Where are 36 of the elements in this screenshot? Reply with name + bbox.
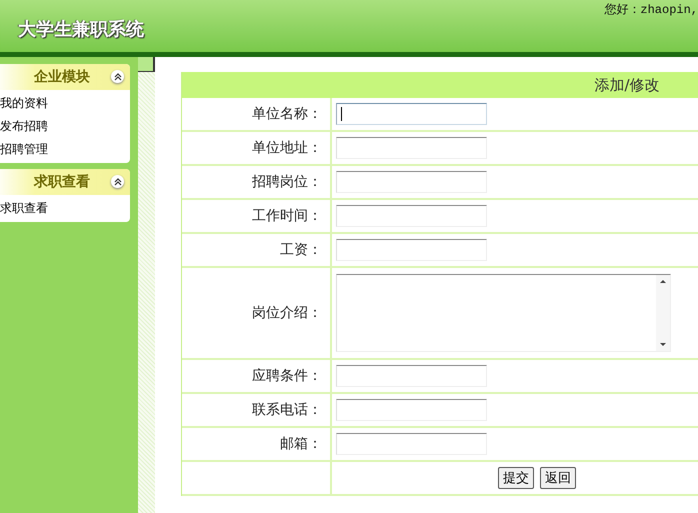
submit-button[interactable]: 提交 bbox=[498, 467, 534, 489]
input-field[interactable] bbox=[336, 103, 487, 125]
sidebar-link[interactable]: 招聘管理 bbox=[0, 141, 48, 158]
input-field[interactable] bbox=[336, 433, 487, 455]
panel-title: 企业模块 bbox=[34, 68, 90, 86]
input-field[interactable] bbox=[336, 239, 487, 261]
field-label: 招聘岗位： bbox=[182, 166, 332, 198]
input-field[interactable] bbox=[336, 399, 487, 421]
collapse-icon[interactable] bbox=[111, 70, 124, 83]
field-label: 应聘条件： bbox=[182, 360, 332, 392]
sidebar-link[interactable]: 发布招聘 bbox=[0, 118, 48, 135]
panel-title: 求职查看 bbox=[34, 173, 90, 191]
scroll-down-icon[interactable] bbox=[660, 343, 666, 346]
collapse-icon[interactable] bbox=[111, 175, 124, 188]
panel-header[interactable]: 企业模块 bbox=[0, 64, 130, 90]
input-field[interactable] bbox=[336, 205, 487, 227]
app-title: 大学生兼职系统 bbox=[18, 18, 144, 41]
input-field[interactable] bbox=[336, 137, 487, 159]
scroll-up-icon[interactable] bbox=[660, 280, 666, 283]
field-label: 邮箱： bbox=[182, 428, 332, 460]
sidebar-link[interactable]: 求职查看 bbox=[0, 200, 48, 217]
field-label: 联系电话： bbox=[182, 394, 332, 426]
greeting-text: 您好：zhaopin, bbox=[604, 2, 698, 18]
sidebar-link[interactable]: 我的资料 bbox=[0, 95, 48, 112]
field-label: 工作时间： bbox=[182, 200, 332, 232]
corner-square bbox=[138, 57, 155, 72]
input-field[interactable] bbox=[336, 171, 487, 193]
field-label: 岗位介绍： bbox=[182, 268, 332, 358]
field-label: 单位地址： bbox=[182, 132, 332, 164]
input-field[interactable] bbox=[336, 365, 487, 387]
field-label: 单位名称： bbox=[182, 98, 332, 130]
panel-header[interactable]: 求职查看 bbox=[0, 169, 130, 195]
text-caret bbox=[341, 107, 342, 121]
field-label: 工资： bbox=[182, 234, 332, 266]
back-button[interactable]: 返回 bbox=[540, 467, 576, 489]
form-heading: 添加/修改 bbox=[182, 72, 698, 98]
